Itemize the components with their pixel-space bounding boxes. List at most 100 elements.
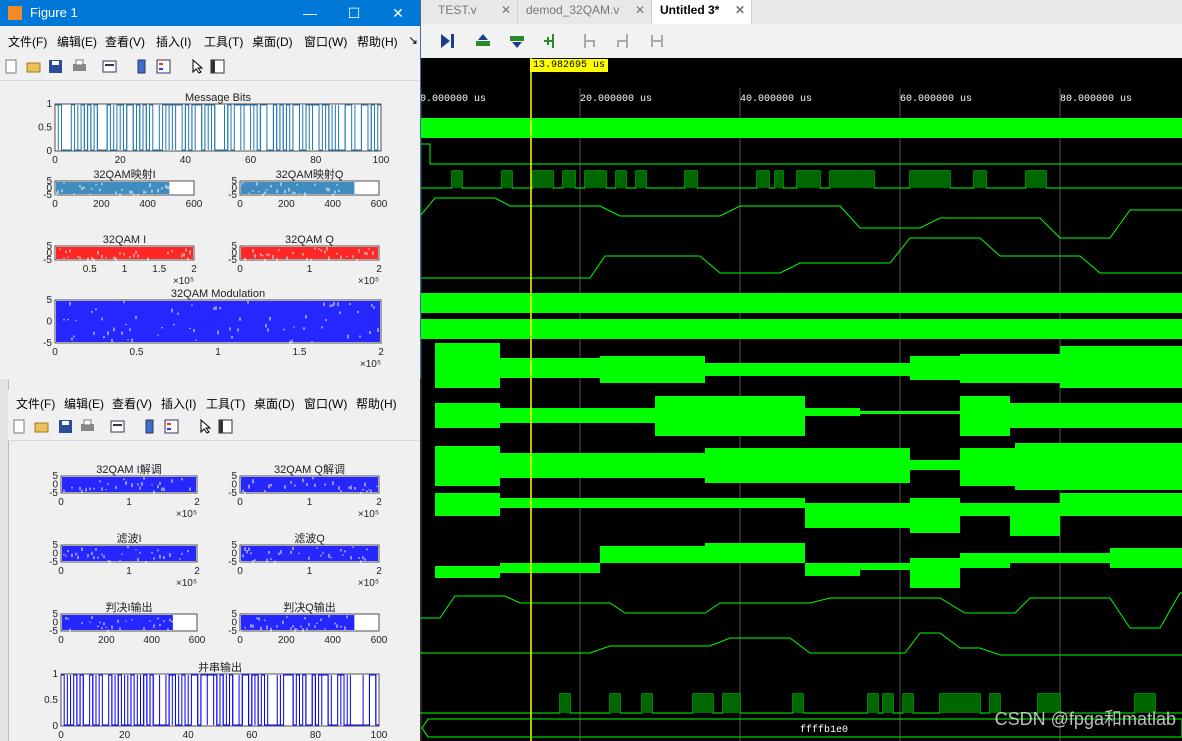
subplot-title: 32QAM Modulation (171, 288, 265, 300)
menu-tools[interactable]: 工具(T) (206, 395, 245, 412)
waveform-canvas[interactable]: 0.000000 us 20.000000 us 40.000000 us 60… (420, 58, 1182, 741)
signal-trace (775, 171, 783, 188)
watermark: CSDN @fpga和matlab (994, 709, 1176, 729)
tab-demod-32qam[interactable]: demod_32QAM.v ✕ (518, 0, 652, 23)
next-edge-icon[interactable] (614, 32, 632, 50)
menu-help[interactable]: 帮助(H) (356, 395, 397, 412)
menu-file[interactable]: 文件(F) (16, 395, 55, 412)
menu-view[interactable]: 查看(V) (105, 33, 145, 50)
menu-help[interactable]: 帮助(H) (357, 33, 398, 50)
go-to-start-icon[interactable] (438, 32, 456, 50)
subplot: 滤波Q50-50 1 2×10⁵ (228, 532, 382, 589)
print-icon[interactable] (72, 59, 87, 74)
link-plot-icon[interactable] (110, 419, 125, 434)
subplot: 判决I输出50-50 200 400 600 (49, 600, 206, 646)
waveform-plot[interactable]: 0.000000 us 20.000000 us 40.000000 us 60… (420, 58, 1182, 741)
menu-edit[interactable]: 编辑(E) (57, 33, 97, 50)
y-tick-label: -5 (49, 488, 58, 499)
colorbar-icon[interactable] (134, 59, 149, 74)
menu-desktop[interactable]: 桌面(D) (252, 33, 293, 50)
y-tick-label: 0.5 (44, 695, 58, 706)
close-button[interactable]: ✕ (376, 0, 420, 26)
subplot-title: Message Bits (185, 92, 252, 104)
menu-file[interactable]: 文件(F) (8, 33, 47, 50)
colorbar-icon[interactable] (142, 419, 157, 434)
subplot-title: 判决I输出 (105, 600, 152, 614)
pointer-icon[interactable] (198, 419, 213, 434)
x-tick-label: 400 (139, 199, 156, 210)
menu-edit[interactable]: 编辑(E) (64, 395, 104, 412)
x-tick-label: 200 (98, 635, 115, 646)
x-tick-label: 1.5 (152, 264, 166, 275)
maximize-button[interactable]: ☐ (332, 0, 376, 26)
y-tick-label: -5 (49, 557, 58, 568)
x-tick-label: 0.5 (130, 347, 144, 358)
property-editor-icon[interactable] (210, 59, 225, 74)
menu-overflow[interactable]: ↘ (408, 33, 418, 47)
y-tick-label: -5 (228, 255, 237, 266)
time-tick-label: 0.000000 us (420, 94, 486, 105)
new-file-icon[interactable] (12, 419, 27, 434)
data-band (56, 301, 380, 342)
new-file-icon[interactable] (4, 59, 19, 74)
signal-traces (420, 118, 1182, 714)
signal-trace (435, 493, 500, 516)
y-tick-label: 5 (46, 295, 52, 306)
signal-trace (960, 354, 1060, 383)
swap-up-icon[interactable] (474, 32, 492, 50)
title-bar: Figure 1 — ☐ ✕ (0, 0, 420, 26)
menu-insert[interactable]: 插入(I) (156, 33, 191, 50)
tab-untitled-3[interactable]: Untitled 3* ✕ (652, 0, 752, 24)
save-icon[interactable] (58, 419, 73, 434)
link-plot-icon[interactable] (102, 59, 117, 74)
time-tick-label: 60.000000 us (900, 94, 972, 105)
swap-down-icon[interactable] (508, 32, 526, 50)
signal-trace (830, 171, 874, 188)
property-editor-icon[interactable] (218, 419, 233, 434)
minimize-button[interactable]: — (288, 0, 332, 26)
signal-trace (1015, 443, 1182, 490)
subplot-title: 并串输出 (198, 660, 242, 674)
prev-edge-icon[interactable] (580, 32, 598, 50)
y-tick-label: -5 (43, 338, 52, 349)
x-tick-label: 0 (58, 730, 64, 741)
y-tick-label: 0.5 (38, 123, 52, 134)
print-icon[interactable] (80, 419, 95, 434)
add-marker-icon[interactable] (542, 32, 560, 50)
window-title: Figure 1 (30, 5, 78, 20)
open-folder-icon[interactable] (26, 59, 41, 74)
menu-desktop[interactable]: 桌面(D) (254, 395, 295, 412)
close-icon[interactable]: ✕ (501, 0, 511, 21)
menu-view[interactable]: 查看(V) (112, 395, 152, 412)
signal-trace (420, 319, 1182, 339)
x-tick-label: 40 (183, 730, 195, 741)
open-folder-icon[interactable] (34, 419, 49, 434)
legend-icon[interactable] (164, 419, 179, 434)
signal-trace (452, 171, 462, 188)
close-icon[interactable]: ✕ (735, 0, 745, 21)
tab-label: demod_32QAM.v (526, 3, 620, 17)
signal-trace (1060, 346, 1182, 388)
menu-window[interactable]: 窗口(W) (304, 33, 347, 50)
signal-trace (685, 171, 697, 188)
menu-tools[interactable]: 工具(T) (204, 33, 243, 50)
x-tick-label: 600 (189, 635, 206, 646)
pointer-icon[interactable] (190, 59, 205, 74)
x-tick-label: 1 (126, 497, 132, 508)
signal-trace (435, 343, 500, 388)
close-icon[interactable]: ✕ (635, 0, 645, 21)
legend-icon[interactable] (156, 59, 171, 74)
menu-window[interactable]: 窗口(W) (304, 395, 347, 412)
subplot-title: 滤波I (116, 532, 141, 545)
fit-icon[interactable] (648, 32, 666, 50)
x-tick-label: 20 (119, 730, 131, 741)
x-tick-label: 40 (180, 155, 192, 166)
signal-trace (1060, 493, 1182, 516)
menu-insert[interactable]: 插入(I) (161, 395, 196, 412)
y-tick-label: -5 (228, 557, 237, 568)
signal-trace (563, 171, 575, 188)
tab-test-v[interactable]: TEST.v ✕ (430, 0, 518, 23)
signal-trace (636, 171, 646, 188)
save-icon[interactable] (48, 59, 63, 74)
data-band (56, 247, 193, 259)
